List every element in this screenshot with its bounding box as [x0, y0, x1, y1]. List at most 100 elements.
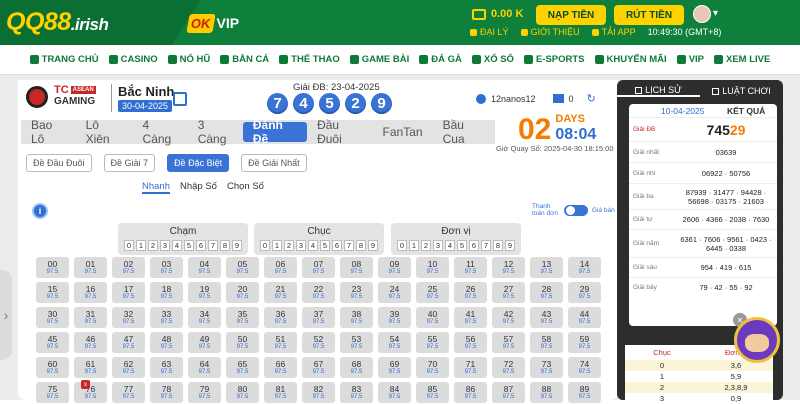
digit-button[interactable]: 1: [272, 240, 282, 251]
bet-type-dac-biet[interactable]: Đề Đặc Biệt: [167, 154, 230, 172]
number-cell[interactable]: 74 97.5: [568, 357, 601, 378]
bet-type-giai-nhat[interactable]: Đề Giải Nhất: [241, 154, 307, 172]
number-cell[interactable]: 15 97.5: [36, 282, 69, 303]
tab-3-cang[interactable]: 3 Càng: [188, 118, 243, 146]
number-cell[interactable]: 13 97.5: [530, 257, 563, 278]
mascot-icon[interactable]: [734, 317, 780, 363]
number-cell[interactable]: 34 97.5: [188, 307, 221, 328]
digit-button[interactable]: 0: [124, 240, 134, 251]
deposit-button[interactable]: NẠP TIỀN: [536, 5, 606, 25]
number-cell[interactable]: 51 97.5: [264, 332, 297, 353]
number-cell[interactable]: 71 97.5: [454, 357, 487, 378]
toggle-switch[interactable]: [564, 204, 588, 216]
number-cell[interactable]: 23 97.5: [340, 282, 373, 303]
number-cell[interactable]: 60 97.5: [36, 357, 69, 378]
menu-item-fishing[interactable]: BẮN CÁ: [220, 54, 269, 65]
number-cell[interactable]: 24 97.5: [378, 282, 411, 303]
menu-item-slots[interactable]: NỔ HŨ: [167, 54, 210, 65]
number-cell[interactable]: 14 97.5: [568, 257, 601, 278]
chevron-right-icon[interactable]: ›: [0, 270, 12, 360]
number-cell[interactable]: 55 97.5: [416, 332, 449, 353]
number-cell[interactable]: 49 97.5: [188, 332, 221, 353]
number-cell[interactable]: 17 97.5: [112, 282, 145, 303]
digit-button[interactable]: 7: [344, 240, 354, 251]
chevron-down-icon[interactable]: ▾: [713, 8, 718, 19]
menu-item-home[interactable]: TRANG CHỦ: [29, 54, 99, 65]
number-cell[interactable]: 61 97.5: [74, 357, 107, 378]
digit-button[interactable]: 6: [196, 240, 206, 251]
menu-item-casino[interactable]: CASINO: [108, 54, 158, 65]
digit-button[interactable]: 6: [332, 240, 342, 251]
bet-type-giai-7[interactable]: Đề Giải 7: [103, 154, 156, 172]
avatar[interactable]: [693, 5, 711, 23]
number-cell[interactable]: 40 97.5: [416, 307, 449, 328]
number-cell[interactable]: 16 97.5: [74, 282, 107, 303]
number-cell[interactable]: 50 97.5: [226, 332, 259, 353]
digit-button[interactable]: 5: [457, 240, 467, 251]
digit-button[interactable]: 0: [397, 240, 407, 251]
number-cell[interactable]: 48 97.5: [150, 332, 183, 353]
number-cell[interactable]: 65 97.5: [226, 357, 259, 378]
digit-button[interactable]: 4: [308, 240, 318, 251]
tab-dau-duoi[interactable]: Đầu Đuôi: [307, 118, 372, 146]
number-cell[interactable]: 22 97.5: [302, 282, 335, 303]
number-cell[interactable]: 19 97.5: [188, 282, 221, 303]
digit-button[interactable]: 3: [433, 240, 443, 251]
digit-button[interactable]: 9: [505, 240, 515, 251]
number-cell[interactable]: 67 97.5: [302, 357, 335, 378]
number-cell[interactable]: 72 97.5: [492, 357, 525, 378]
number-cell[interactable]: 46 97.5: [74, 332, 107, 353]
number-cell[interactable]: 30 97.5: [36, 307, 69, 328]
digit-button[interactable]: 9: [368, 240, 378, 251]
withdraw-button[interactable]: RÚT TIỀN: [614, 5, 684, 25]
number-cell[interactable]: 39 97.5: [378, 307, 411, 328]
tab-danh-de[interactable]: Đánh Đề: [242, 118, 308, 146]
logo[interactable]: QQ88.irish: [0, 0, 200, 45]
digit-button[interactable]: 8: [493, 240, 503, 251]
digit-button[interactable]: 2: [148, 240, 158, 251]
number-cell[interactable]: 04 97.5: [188, 257, 221, 278]
digit-button[interactable]: 2: [421, 240, 431, 251]
number-cell[interactable]: 10 97.5: [416, 257, 449, 278]
number-cell[interactable]: 08 97.5: [340, 257, 373, 278]
wallet[interactable]: 0.00 K: [472, 8, 523, 20]
number-cell[interactable]: 36 97.5: [264, 307, 297, 328]
digit-button[interactable]: 1: [409, 240, 419, 251]
tab-rules[interactable]: LUẬT CHƠI: [700, 86, 783, 96]
digit-button[interactable]: 4: [445, 240, 455, 251]
tab-lo-xien[interactable]: Lô Xiên: [76, 118, 133, 146]
digit-button[interactable]: 5: [184, 240, 194, 251]
tab-history[interactable]: LỊCH SỬ: [617, 85, 700, 97]
number-cell[interactable]: 66 97.5: [264, 357, 297, 378]
menu-item-esports[interactable]: E-SPORTS: [523, 54, 585, 65]
number-cell[interactable]: 58 97.5: [530, 332, 563, 353]
number-cell[interactable]: 28 97.5: [530, 282, 563, 303]
number-cell[interactable]: 73 97.5: [530, 357, 563, 378]
number-cell[interactable]: 12 97.5: [492, 257, 525, 278]
pay-toggle[interactable]: Thanh toán đơn Giá bán: [532, 203, 615, 217]
number-cell[interactable]: 33 97.5: [150, 307, 183, 328]
mode-quick[interactable]: Nhanh: [142, 181, 170, 194]
number-cell[interactable]: 32 97.5: [112, 307, 145, 328]
digit-button[interactable]: 6: [469, 240, 479, 251]
menu-item-cards[interactable]: GAME BÀI: [349, 54, 409, 65]
digit-button[interactable]: 2: [284, 240, 294, 251]
agent-link[interactable]: ĐẠI LÝ: [470, 27, 509, 37]
number-cell[interactable]: 68 97.5: [340, 357, 373, 378]
menu-item-vip[interactable]: VIP: [676, 54, 704, 65]
number-cell[interactable]: 11 97.5: [454, 257, 487, 278]
digit-button[interactable]: 3: [160, 240, 170, 251]
number-cell[interactable]: 09 97.5: [378, 257, 411, 278]
okvip-logo[interactable]: OK VIP: [186, 12, 239, 34]
menu-item-sports[interactable]: THỂ THAO: [279, 54, 340, 65]
number-cell[interactable]: 59 97.5: [568, 332, 601, 353]
number-cell[interactable]: 20 97.5: [226, 282, 259, 303]
exit-icon[interactable]: [173, 92, 187, 106]
intro-link[interactable]: GIỚI THIỆU: [520, 27, 580, 37]
number-cell[interactable]: 26 97.5: [454, 282, 487, 303]
number-cell[interactable]: 01 97.5: [74, 257, 107, 278]
number-cell[interactable]: 52 97.5: [302, 332, 335, 353]
number-cell[interactable]: 06 97.5: [264, 257, 297, 278]
info-icon[interactable]: i: [32, 203, 48, 219]
number-cell[interactable]: 62 97.5: [112, 357, 145, 378]
